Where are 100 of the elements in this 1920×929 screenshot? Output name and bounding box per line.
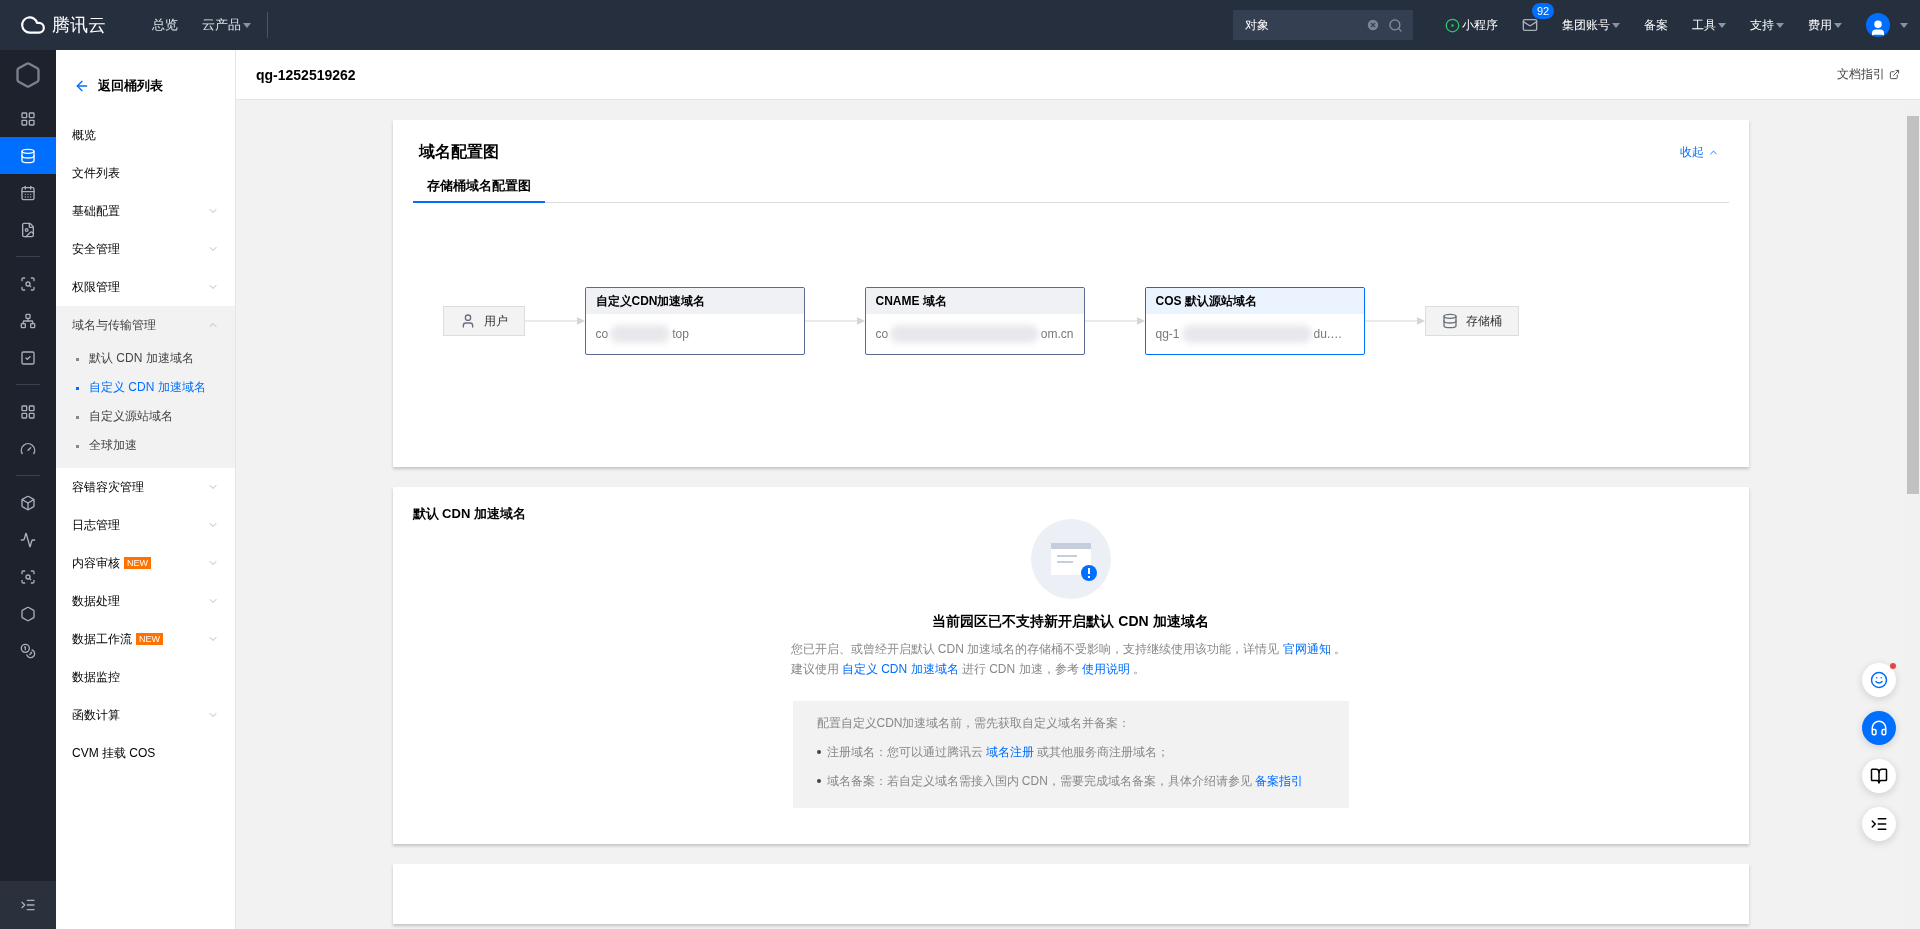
sidebar-item[interactable]: 函数计算 bbox=[56, 696, 235, 734]
sidebar-item[interactable]: 权限管理 bbox=[56, 268, 235, 306]
coin-icon bbox=[20, 642, 36, 659]
bucket-title: qg-1252519262 bbox=[256, 66, 356, 83]
menu-link[interactable]: 费用 bbox=[1796, 16, 1854, 34]
pulse-icon bbox=[20, 531, 36, 548]
nav-link[interactable]: 云产品 bbox=[190, 16, 263, 34]
note-text: 注册域名：您可以通过腾讯云 域名注册 或其他服务商注册域名； bbox=[826, 744, 1170, 761]
cube-icon bbox=[20, 494, 36, 511]
book-icon bbox=[1870, 767, 1888, 785]
domain-text: qg-1 bbox=[1155, 327, 1180, 341]
notice-text: 建议使用 自定义 CDN 加速域名 进行 CDN 加速，参考 使用说明 。 bbox=[790, 661, 1147, 678]
notification-dot bbox=[1890, 663, 1896, 669]
sidebar-item[interactable]: CVM 挂载 COS bbox=[56, 734, 235, 772]
domain-text: co bbox=[875, 327, 889, 341]
back-link[interactable]: 返回桶列表 bbox=[56, 58, 235, 114]
caret-icon bbox=[1718, 22, 1726, 28]
node-title: COS 默认源站域名 bbox=[1145, 288, 1364, 314]
doc-link[interactable]: 文档指引 bbox=[1837, 66, 1900, 83]
gauge-icon bbox=[20, 440, 36, 457]
scan-icon bbox=[20, 275, 36, 292]
menu-link[interactable]: 集团账号 bbox=[1550, 16, 1632, 34]
collapse-link[interactable]: 收起 bbox=[1679, 144, 1719, 161]
search-box[interactable]: 对象 bbox=[1233, 10, 1413, 40]
hexagon-logo-icon bbox=[14, 61, 42, 89]
image-file-icon bbox=[20, 221, 36, 238]
bullet-icon bbox=[816, 750, 821, 754]
notice-text: 您已开启、或曾经开启默认 CDN 加速域名的存储桶不受影响，支持继续使用该功能，详情见 官网通知 。 bbox=[790, 641, 1347, 658]
node-title: CNAME 域名 bbox=[865, 288, 1084, 314]
caret-icon bbox=[1900, 22, 1908, 28]
sidebar-item[interactable]: 域名与传输管理 bbox=[56, 306, 235, 344]
bullet-icon bbox=[816, 779, 821, 783]
database-icon bbox=[20, 147, 36, 164]
caret-icon bbox=[243, 22, 251, 28]
sidebar-subitem[interactable]: 全球加速 bbox=[56, 431, 235, 460]
sidebar-item[interactable]: 容错容灾管理 bbox=[56, 468, 235, 506]
menu-icon bbox=[20, 897, 36, 913]
sidebar-subitem[interactable]: 自定义源站域名 bbox=[56, 402, 235, 431]
float-button[interactable] bbox=[1862, 807, 1896, 841]
network-icon bbox=[20, 312, 36, 329]
brand-name: 腾讯云 bbox=[52, 14, 106, 37]
domain-text: du.… bbox=[1313, 327, 1343, 341]
external-link-icon bbox=[1889, 69, 1900, 80]
caret-icon bbox=[1776, 22, 1784, 28]
clear-icon[interactable] bbox=[1366, 18, 1380, 32]
card-title: 域名配置图 bbox=[418, 142, 499, 162]
float-button[interactable] bbox=[1862, 759, 1896, 793]
card-title: 默认 CDN 加速域名 bbox=[412, 505, 526, 523]
notice-link[interactable]: 官网通知 bbox=[1282, 642, 1331, 656]
search-field[interactable]: 对象 bbox=[1243, 17, 1358, 33]
sidebar-item[interactable]: 数据监控 bbox=[56, 658, 235, 696]
checkbox-icon bbox=[20, 349, 36, 366]
count-badge: 92 bbox=[1532, 3, 1555, 19]
sidebar-item[interactable]: 数据处理 bbox=[56, 582, 235, 620]
menu-link[interactable]: 工具 bbox=[1680, 16, 1738, 34]
node-label: 用户 bbox=[483, 312, 508, 330]
domain-text: co bbox=[595, 327, 609, 341]
domain-text: top bbox=[672, 327, 689, 341]
domain-text: om.cn bbox=[1040, 327, 1074, 341]
caret-icon bbox=[1612, 22, 1620, 28]
sidebar-item[interactable]: 概览 bbox=[56, 116, 235, 154]
mini-program-link[interactable]: 小程序 bbox=[1433, 16, 1510, 34]
mail-icon[interactable] bbox=[1522, 17, 1538, 33]
nav-link[interactable]: 总览 bbox=[140, 16, 190, 34]
mini-program-icon bbox=[1445, 17, 1460, 33]
sidebar-item[interactable]: 文件列表 bbox=[56, 154, 235, 192]
rail-button[interactable] bbox=[0, 137, 56, 174]
scrollbar-thumb[interactable] bbox=[1906, 116, 1919, 494]
tab[interactable]: 存储桶域名配置图 bbox=[412, 173, 545, 203]
search-icon[interactable] bbox=[1388, 17, 1403, 33]
smile-icon bbox=[1870, 671, 1888, 689]
node-title: 自定义CDN加速域名 bbox=[585, 288, 804, 314]
arrow-connector bbox=[1084, 317, 1145, 325]
sidebar-subitem[interactable]: 自定义 CDN 加速域名 bbox=[56, 373, 235, 402]
notice-link[interactable]: 域名注册 bbox=[985, 745, 1034, 759]
sidebar-subitem[interactable]: 默认 CDN 加速域名 bbox=[56, 344, 235, 373]
avatar bbox=[1866, 13, 1890, 37]
node-label: 存储桶 bbox=[1465, 312, 1502, 330]
menu-link[interactable]: 支持 bbox=[1738, 16, 1796, 34]
scan-icon bbox=[20, 568, 36, 585]
notice-link[interactable]: 使用说明 bbox=[1081, 662, 1130, 676]
new-badge: NEW bbox=[136, 633, 163, 645]
sidebar-item[interactable]: 数据工作流 NEW bbox=[56, 620, 235, 658]
notice-heading: 当前园区已不支持新开启默认 CDN 加速域名 bbox=[932, 613, 1209, 631]
menu-link[interactable]: 备案 bbox=[1632, 16, 1680, 34]
sidebar-item[interactable]: 日志管理 bbox=[56, 506, 235, 544]
sidebar-item[interactable]: 安全管理 bbox=[56, 230, 235, 268]
headset-icon bbox=[1870, 719, 1888, 737]
grid-icon bbox=[20, 110, 36, 127]
list-icon bbox=[1870, 815, 1888, 833]
hexagon-icon bbox=[20, 605, 36, 622]
note-text: 配置自定义CDN加速域名前，需先获取自定义域名并备案： bbox=[816, 715, 1132, 732]
notice-link[interactable]: 备案指引 bbox=[1255, 774, 1304, 788]
sidebar-item[interactable]: 基础配置 bbox=[56, 192, 235, 230]
database-icon bbox=[1441, 313, 1458, 329]
calendar-icon bbox=[20, 184, 36, 201]
sidebar-item[interactable]: 内容审核 NEW bbox=[56, 544, 235, 582]
notice-link[interactable]: 自定义 CDN 加速域名 bbox=[841, 662, 959, 676]
caret-icon bbox=[1834, 22, 1842, 28]
grid-icon bbox=[20, 403, 36, 420]
